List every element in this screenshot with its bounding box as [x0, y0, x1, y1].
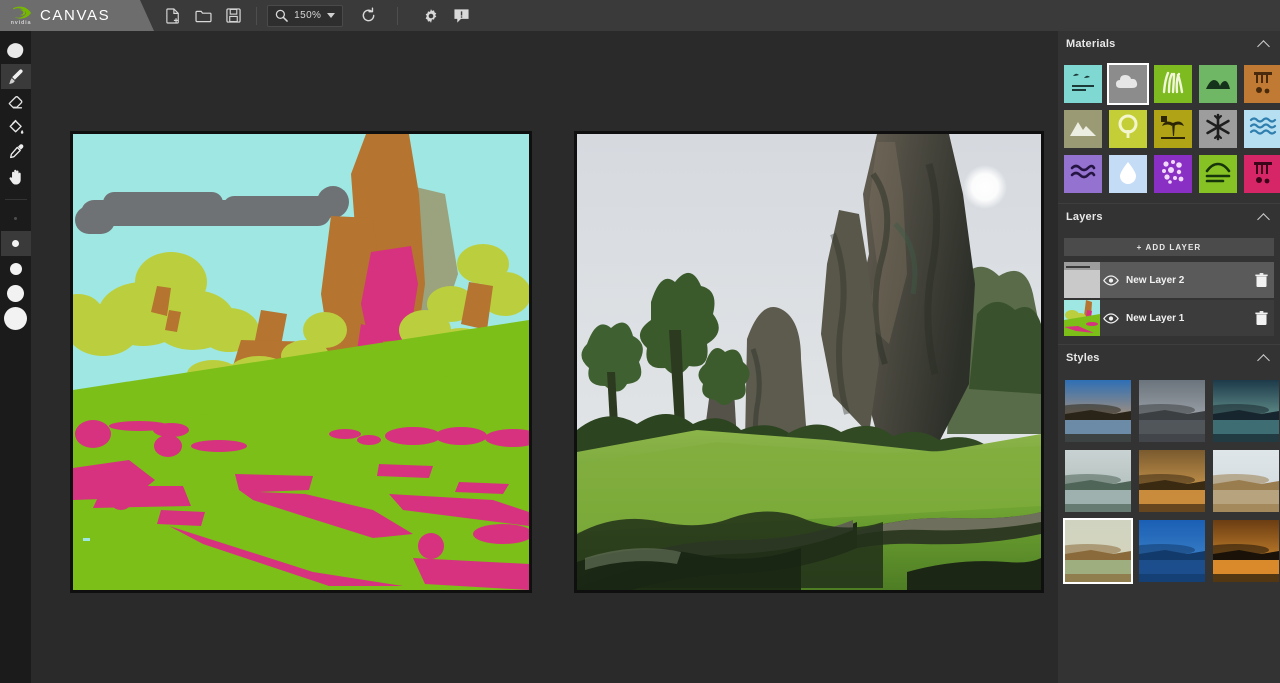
- chevron-up-icon-materials[interactable]: [1257, 40, 1270, 53]
- size-small[interactable]: [1, 231, 31, 256]
- chevron-up-icon-styles[interactable]: [1257, 354, 1270, 367]
- palm-icon: [1158, 112, 1188, 147]
- nvidia-canvas-app: nvidia CANVAS: [0, 0, 1280, 683]
- size-xsmall[interactable]: [1, 206, 31, 231]
- material-grass[interactable]: [1154, 65, 1192, 103]
- search-icon: [275, 9, 288, 22]
- material-rock[interactable]: [1244, 155, 1280, 193]
- app-brand: nvidia CANVAS: [0, 0, 140, 31]
- material-fog[interactable]: [1109, 155, 1147, 193]
- grass-icon: [1158, 67, 1188, 102]
- material-hill[interactable]: [1199, 65, 1237, 103]
- toolbar-divider-1: [256, 7, 257, 25]
- flowers-icon: [1158, 157, 1188, 192]
- rock-icon: [1248, 157, 1278, 192]
- hill-icon: [1203, 67, 1233, 102]
- styles-grid: [1058, 371, 1280, 592]
- materials-grid: [1058, 57, 1280, 203]
- save-button[interactable]: [218, 0, 248, 31]
- material-dirt[interactable]: [1244, 65, 1280, 103]
- layer-thumbnail: [1064, 262, 1100, 298]
- river-icon: [1068, 157, 1098, 192]
- layer-name: New Layer 2: [1122, 275, 1248, 286]
- layer-row[interactable]: New Layer 1: [1064, 300, 1274, 336]
- reset-view-button[interactable]: [353, 0, 383, 31]
- styles-header: Styles: [1058, 345, 1280, 371]
- size-large[interactable]: [1, 281, 31, 306]
- zoom-level-value: 150%: [294, 10, 321, 21]
- workspace: [31, 31, 1058, 683]
- material-cloud[interactable]: [1109, 65, 1147, 103]
- size-medium[interactable]: [1, 256, 31, 281]
- material-sky[interactable]: [1064, 65, 1102, 103]
- sky-icon: [1068, 67, 1098, 102]
- material-flowers[interactable]: [1154, 155, 1192, 193]
- render-canvas[interactable]: [574, 131, 1044, 593]
- style-thumbnail[interactable]: [1139, 520, 1205, 582]
- material-water[interactable]: [1244, 110, 1280, 148]
- style-thumbnail[interactable]: [1139, 450, 1205, 512]
- layers-title: Layers: [1066, 211, 1103, 223]
- bush-icon: [1113, 112, 1143, 147]
- layer-name: New Layer 1: [1122, 313, 1248, 324]
- pan-tool[interactable]: [1, 164, 31, 189]
- style-thumbnail[interactable]: [1065, 520, 1131, 582]
- segmentation-canvas[interactable]: [70, 131, 532, 593]
- cloud-icon: [1113, 67, 1143, 102]
- style-thumbnail[interactable]: [1213, 380, 1279, 442]
- layers-header: Layers: [1058, 204, 1280, 230]
- settings-button[interactable]: [416, 0, 446, 31]
- waves-icon: [1248, 112, 1278, 147]
- material-mountain[interactable]: [1064, 110, 1102, 148]
- fill-tool[interactable]: [1, 114, 31, 139]
- layer-visibility-toggle[interactable]: [1100, 313, 1122, 324]
- right-panel: Materials Layers + ADD LAYER New Layer 2…: [1058, 31, 1280, 683]
- layers-list: New Layer 2 New Layer 1: [1058, 262, 1280, 336]
- style-thumbnail[interactable]: [1213, 520, 1279, 582]
- delete-layer-button[interactable]: [1248, 311, 1274, 326]
- material-bush[interactable]: [1109, 110, 1147, 148]
- layer-visibility-toggle[interactable]: [1100, 275, 1122, 286]
- style-thumbnail[interactable]: [1065, 380, 1131, 442]
- mound-icon: [1203, 157, 1233, 192]
- style-thumbnail[interactable]: [1139, 380, 1205, 442]
- add-layer-label: + ADD LAYER: [1137, 243, 1202, 252]
- top-toolbar: nvidia CANVAS: [0, 0, 1280, 31]
- delete-layer-button[interactable]: [1248, 273, 1274, 288]
- material-hillside[interactable]: [1199, 155, 1237, 193]
- style-thumbnail[interactable]: [1213, 450, 1279, 512]
- materials-title: Materials: [1066, 38, 1116, 50]
- dirt-icon: [1248, 67, 1278, 102]
- nvidia-logo-icon: nvidia: [8, 4, 34, 28]
- toolbar-separator: [5, 199, 27, 200]
- materials-header: Materials: [1058, 31, 1280, 57]
- nvidia-wordmark: nvidia: [11, 20, 32, 26]
- material-snow[interactable]: [1199, 110, 1237, 148]
- blob-tool[interactable]: [1, 39, 31, 64]
- new-document-button[interactable]: [158, 0, 188, 31]
- app-title: CANVAS: [40, 7, 110, 24]
- size-xlarge[interactable]: [1, 306, 31, 331]
- eraser-tool[interactable]: [1, 89, 31, 114]
- material-river[interactable]: [1064, 155, 1102, 193]
- eyedropper-tool[interactable]: [1, 139, 31, 164]
- chevron-up-icon-layers[interactable]: [1257, 213, 1270, 226]
- add-layer-button[interactable]: + ADD LAYER: [1064, 238, 1274, 256]
- toolbar-divider-2: [397, 7, 398, 25]
- layer-thumbnail: [1064, 300, 1100, 336]
- brush-tool[interactable]: [1, 64, 31, 89]
- open-folder-button[interactable]: [188, 0, 218, 31]
- layer-row[interactable]: New Layer 2: [1064, 262, 1274, 298]
- mountain-icon: [1068, 112, 1098, 147]
- zoom-control[interactable]: 150%: [267, 5, 343, 27]
- drop-icon: [1113, 157, 1143, 192]
- file-actions-group: [158, 0, 248, 31]
- chevron-down-icon[interactable]: [327, 13, 335, 18]
- feedback-button[interactable]: [446, 0, 476, 31]
- snowflake-icon: [1203, 112, 1233, 147]
- style-thumbnail[interactable]: [1065, 450, 1131, 512]
- material-desert[interactable]: [1154, 110, 1192, 148]
- left-toolbar: [0, 31, 31, 683]
- styles-title: Styles: [1066, 352, 1100, 364]
